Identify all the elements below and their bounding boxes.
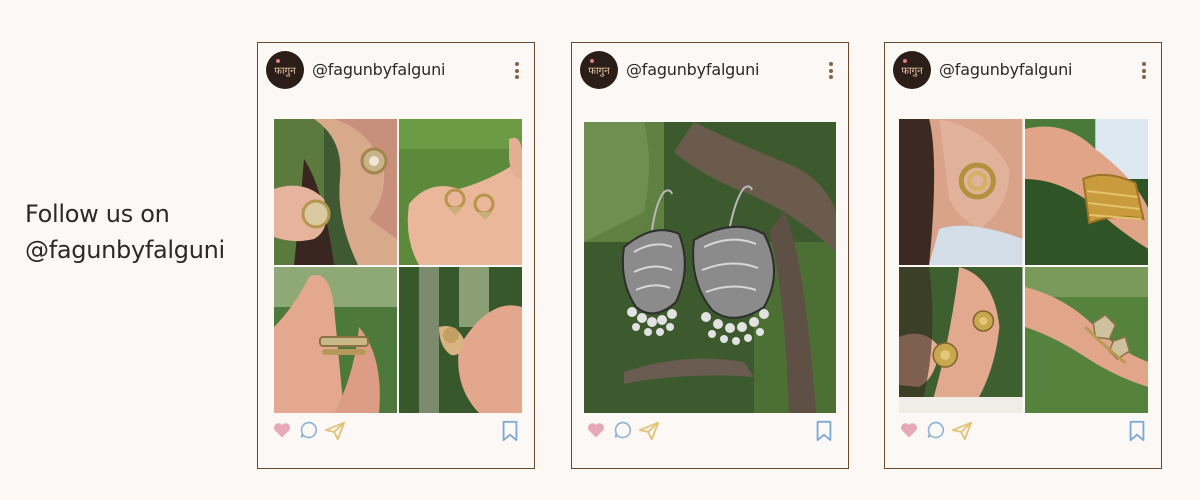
instagram-post-card-2[interactable]: फागुन @fagunbyfalguni [571, 42, 849, 469]
more-vertical-icon[interactable] [514, 62, 520, 82]
post-handle[interactable]: @fagunbyfalguni [626, 60, 759, 79]
post-image-grid[interactable] [274, 119, 522, 413]
silver-jhumka-earrings-photo [584, 122, 836, 413]
gold-cuff-bracelet-photo [1024, 119, 1148, 265]
post-handle[interactable]: @fagunbyfalguni [939, 60, 1072, 79]
comment-icon[interactable] [613, 420, 633, 440]
bookmark-icon[interactable] [814, 420, 834, 442]
follow-line-1: Follow us on [25, 200, 170, 228]
comment-icon[interactable] [926, 420, 946, 440]
post-image-grid[interactable] [899, 119, 1148, 413]
heart-icon[interactable] [586, 420, 606, 440]
instagram-post-card-1[interactable]: फागुन @fagunbyfalguni [257, 42, 535, 469]
post-handle[interactable]: @fagunbyfalguni [312, 60, 445, 79]
send-icon[interactable] [951, 420, 973, 442]
bookmark-icon[interactable] [1127, 420, 1147, 442]
gold-floral-ring-photo [399, 267, 522, 413]
post-header: फागुन @fagunbyfalguni [893, 51, 1153, 91]
more-vertical-icon[interactable] [1141, 62, 1147, 82]
send-icon[interactable] [324, 420, 346, 442]
post-header: फागुन @fagunbyfalguni [266, 51, 526, 91]
post-header: फागुन @fagunbyfalguni [580, 51, 840, 91]
gold-spiral-earring-photo [899, 119, 1023, 265]
avatar[interactable]: फागुन [893, 51, 931, 89]
comment-icon[interactable] [299, 420, 319, 440]
avatar[interactable]: फागुन [266, 51, 304, 89]
heart-icon[interactable] [272, 420, 292, 440]
avatar[interactable]: फागुन [580, 51, 618, 89]
heart-icon[interactable] [899, 420, 919, 440]
gold-floral-bracelet-photo [1024, 267, 1148, 413]
post-actions [272, 420, 520, 442]
bookmark-icon[interactable] [500, 420, 520, 442]
follow-us-text: Follow us on @fagunbyfalguni [25, 196, 225, 268]
follow-handle[interactable]: @fagunbyfalguni [25, 232, 225, 268]
gold-ring-photo [274, 267, 397, 413]
gold-hoop-earrings-photo [399, 119, 522, 265]
more-vertical-icon[interactable] [828, 62, 834, 82]
post-actions [899, 420, 1147, 442]
post-actions [586, 420, 834, 442]
gold-stud-earring-photo [274, 119, 397, 265]
send-icon[interactable] [638, 420, 660, 442]
post-image[interactable] [584, 122, 836, 413]
gold-flower-earrings-photo [899, 267, 1023, 413]
instagram-post-card-3[interactable]: फागुन @fagunbyfalguni [884, 42, 1162, 469]
